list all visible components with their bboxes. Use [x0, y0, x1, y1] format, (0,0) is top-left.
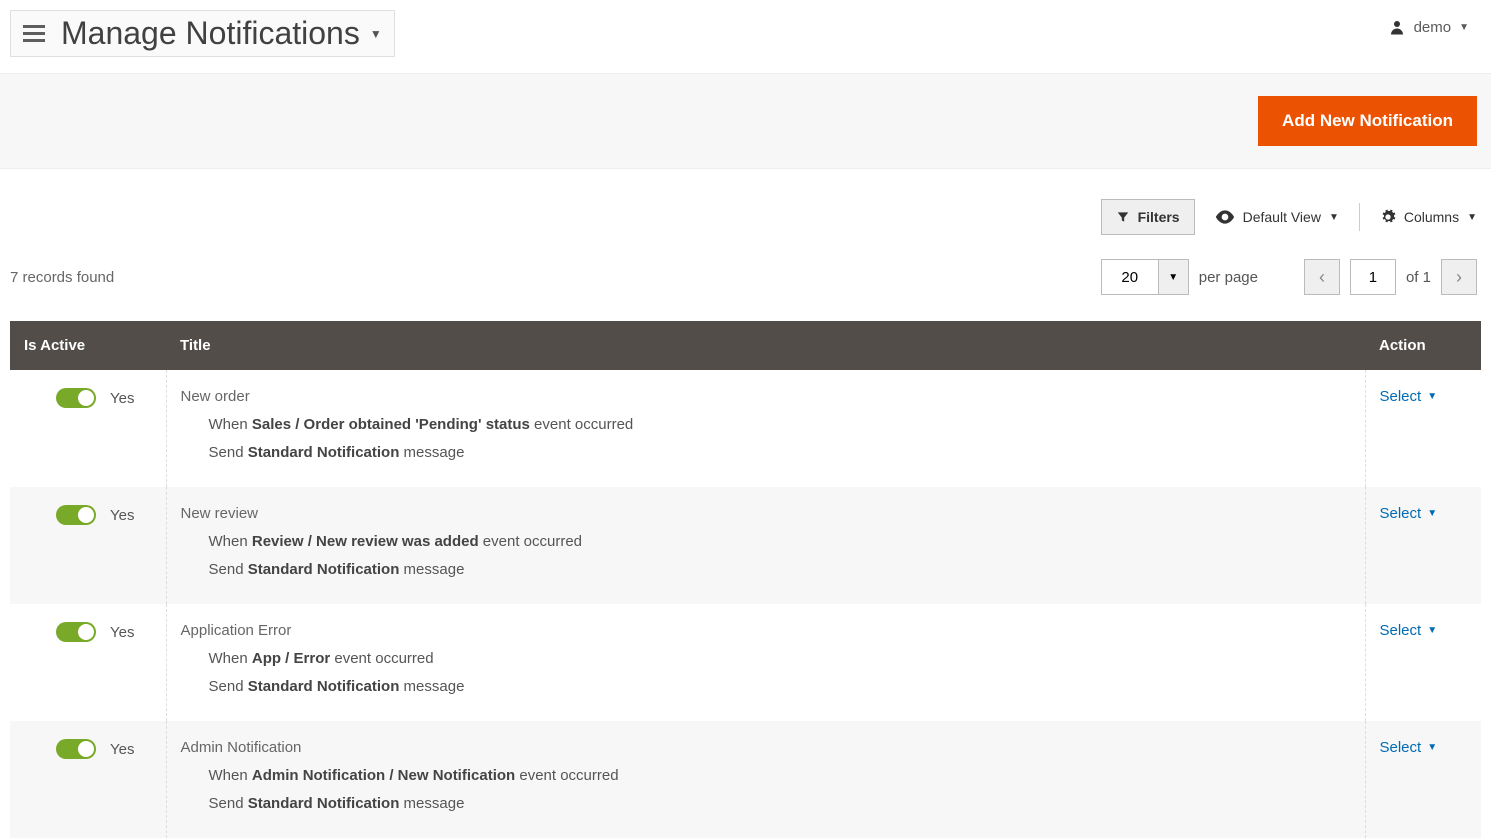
notification-when: When Sales / Order obtained 'Pending' st…: [181, 413, 1351, 437]
notification-title: New review: [181, 505, 1351, 522]
notification-title: Application Error: [181, 622, 1351, 639]
notification-send: Send Standard Notification message: [181, 792, 1351, 816]
user-icon: [1388, 18, 1406, 36]
active-label: Yes: [110, 624, 134, 641]
next-page-button[interactable]: ›: [1441, 259, 1477, 295]
select-label: Select: [1380, 739, 1422, 756]
menu-icon[interactable]: [23, 25, 45, 42]
chevron-down-icon: ▼: [1329, 212, 1339, 223]
chevron-down-icon: ▼: [1427, 742, 1437, 753]
user-menu[interactable]: demo ▼: [1388, 18, 1469, 36]
divider: [1359, 203, 1360, 231]
chevron-down-icon: ▼: [1459, 22, 1469, 33]
select-action[interactable]: Select ▼: [1380, 622, 1438, 639]
columns-label: Columns: [1404, 209, 1459, 225]
select-label: Select: [1380, 505, 1422, 522]
per-page-input[interactable]: [1102, 260, 1158, 294]
chevron-down-icon: ▼: [1427, 391, 1437, 402]
per-page-dropdown-icon[interactable]: ▼: [1158, 260, 1188, 294]
add-new-notification-button[interactable]: Add New Notification: [1258, 96, 1477, 146]
filters-button[interactable]: Filters: [1101, 199, 1195, 235]
select-label: Select: [1380, 622, 1422, 639]
chevron-down-icon: ▼: [1427, 508, 1437, 519]
funnel-icon: [1116, 210, 1130, 224]
notification-when: When Admin Notification / New Notificati…: [181, 764, 1351, 788]
title-dropdown-icon[interactable]: ▼: [370, 27, 382, 41]
col-is-active[interactable]: Is Active: [10, 321, 166, 370]
default-view-label: Default View: [1243, 209, 1321, 225]
page-title-wrap[interactable]: Manage Notifications ▼: [10, 10, 395, 57]
select-label: Select: [1380, 388, 1422, 405]
eye-icon: [1215, 210, 1235, 224]
columns-button[interactable]: Columns ▼: [1380, 209, 1477, 225]
records-found: 7 records found: [10, 269, 114, 286]
active-toggle[interactable]: [56, 622, 96, 642]
gear-icon: [1380, 209, 1396, 225]
notification-when: When App / Error event occurred: [181, 647, 1351, 671]
page-title: Manage Notifications: [61, 15, 360, 52]
prev-page-button[interactable]: ‹: [1304, 259, 1340, 295]
active-toggle[interactable]: [56, 505, 96, 525]
user-name: demo: [1414, 19, 1452, 36]
col-title[interactable]: Title: [166, 321, 1365, 370]
notification-send: Send Standard Notification message: [181, 558, 1351, 582]
select-action[interactable]: Select ▼: [1380, 505, 1438, 522]
notification-send: Send Standard Notification message: [181, 675, 1351, 699]
notification-when: When Review / New review was added event…: [181, 530, 1351, 554]
chevron-down-icon: ▼: [1467, 212, 1477, 223]
active-toggle[interactable]: [56, 739, 96, 759]
per-page-selector[interactable]: ▼: [1101, 259, 1189, 295]
active-toggle[interactable]: [56, 388, 96, 408]
default-view-button[interactable]: Default View ▼: [1215, 209, 1339, 225]
col-action[interactable]: Action: [1365, 321, 1481, 370]
per-page-label: per page: [1199, 269, 1258, 286]
table-row: Yes Admin Notification When Admin Notifica…: [10, 721, 1481, 838]
active-label: Yes: [110, 390, 134, 407]
table-row: Yes New review When Review / New review wa…: [10, 487, 1481, 604]
notification-send: Send Standard Notification message: [181, 441, 1351, 465]
notification-title: New order: [181, 388, 1351, 405]
select-action[interactable]: Select ▼: [1380, 388, 1438, 405]
active-label: Yes: [110, 507, 134, 524]
active-label: Yes: [110, 741, 134, 758]
chevron-down-icon: ▼: [1427, 625, 1437, 636]
select-action[interactable]: Select ▼: [1380, 739, 1438, 756]
page-of-total: of 1: [1406, 269, 1431, 286]
notifications-table: Is Active Title Action Yes New order When …: [10, 321, 1481, 838]
current-page-input[interactable]: [1350, 259, 1396, 295]
table-row: Yes New order When Sales / Order obtained …: [10, 370, 1481, 487]
filters-label: Filters: [1138, 209, 1180, 225]
table-row: Yes Application Error When App / Error eve…: [10, 604, 1481, 721]
notification-title: Admin Notification: [181, 739, 1351, 756]
